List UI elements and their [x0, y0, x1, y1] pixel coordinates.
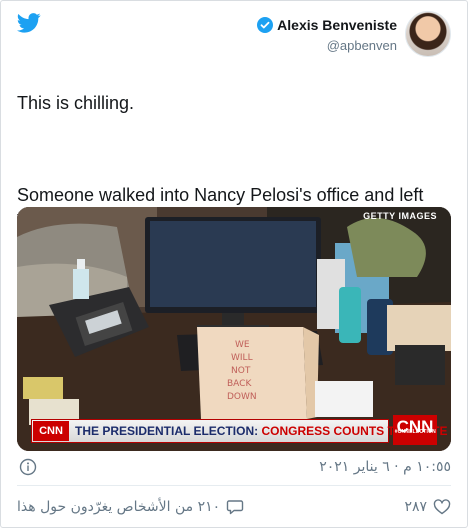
author-handle[interactable]: @apbenven	[257, 38, 397, 53]
note-line-3: NOT	[231, 366, 251, 376]
talking-about-text: ٢١٠ من الأشخاص يغرّدون حول هذا	[17, 499, 221, 515]
tweet-timestamp[interactable]: ١٠:٥٥ م · ٦ يناير ٢٠٢١	[319, 459, 451, 475]
note-line-2: WILL	[231, 353, 253, 363]
tweet-line-1: This is chilling.	[17, 93, 135, 113]
cnn-logo-small: CNN	[33, 421, 69, 441]
like-button[interactable]: ٢٨٧	[404, 498, 451, 516]
cnn-hashtag: #CNNELECTION	[394, 429, 436, 435]
info-icon[interactable]	[19, 458, 37, 476]
divider	[17, 485, 451, 486]
verified-badge-icon	[257, 17, 274, 33]
note-line-5: DOWN	[227, 392, 257, 402]
author-block[interactable]: Alexis Benveniste @apbenven	[257, 11, 451, 57]
comment-icon	[226, 500, 244, 515]
note-line-4: BACK	[227, 379, 252, 389]
chyron-headline-part1: THE PRESIDENTIAL ELECTION:	[75, 424, 259, 438]
author-text: Alexis Benveniste @apbenven	[257, 17, 397, 53]
tweet-line-spacer	[17, 138, 447, 161]
photo-credit: GETTY IMAGES	[363, 211, 437, 221]
heart-icon	[433, 499, 451, 515]
tweet-card: Alexis Benveniste @apbenven This is chil…	[0, 0, 468, 528]
cnn-logo-large: CNN #CNNELECTION	[393, 415, 437, 445]
avatar[interactable]	[405, 11, 451, 57]
author-name-row: Alexis Benveniste	[257, 17, 397, 33]
like-count: ٢٨٧	[404, 499, 427, 515]
chyron-headline: THE PRESIDENTIAL ELECTION: CONGRESS COUN…	[75, 424, 448, 438]
talking-about-link[interactable]: ٢١٠ من الأشخاص يغرّدون حول هذا	[17, 498, 244, 516]
cnn-chyron: CNN THE PRESIDENTIAL ELECTION: CONGRESS …	[31, 415, 448, 445]
author-name[interactable]: Alexis Benveniste	[277, 17, 397, 33]
note-line-1: WE	[235, 340, 250, 350]
tweet-photo[interactable]: WE WILL NOT BACK DOWN GETTY IMAGES CNN T…	[17, 207, 451, 451]
twitter-bird-icon[interactable]	[17, 13, 41, 33]
tweet-actions: ٢١٠ من الأشخاص يغرّدون حول هذا ٢٨٧	[17, 495, 451, 519]
